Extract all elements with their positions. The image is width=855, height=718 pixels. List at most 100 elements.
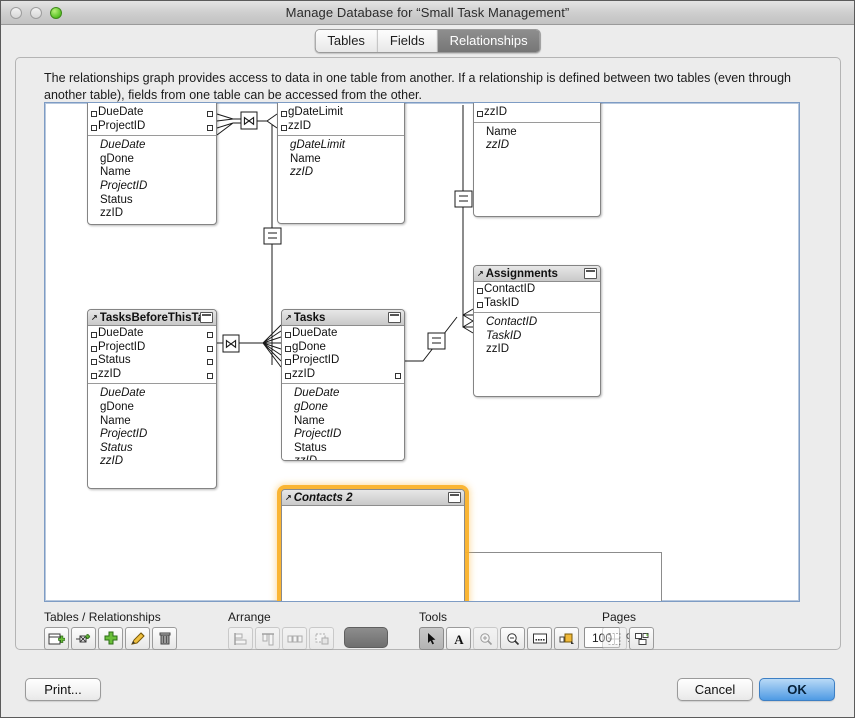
field-row: ProjectID bbox=[100, 179, 148, 192]
table-fields: DueDate gDone Name ProjectID Status zzID bbox=[88, 136, 216, 221]
close-button[interactable] bbox=[10, 7, 22, 19]
print-button[interactable]: Print... bbox=[25, 678, 101, 701]
fit-to-window-button[interactable] bbox=[527, 627, 552, 650]
fit-window-icon bbox=[532, 633, 547, 644]
relationships-graph[interactable]: ⋈ ⋈ DueDate ProjectID DueDate gDone Name… bbox=[44, 102, 800, 602]
field-row: Name bbox=[294, 414, 325, 427]
table-name: TasksBeforeThisTask bbox=[99, 311, 200, 324]
cancel-button[interactable]: Cancel bbox=[677, 678, 753, 701]
key-field[interactable]: ProjectID bbox=[88, 120, 216, 134]
table-keys: gDateLimit zzID bbox=[278, 103, 404, 137]
table-fields: gDateLimit Name zzID bbox=[278, 136, 404, 180]
distribute-button[interactable] bbox=[282, 627, 307, 650]
expand-arrow-icon[interactable]: ↗ bbox=[91, 313, 98, 322]
table-fields: ContactID TaskID zzID bbox=[474, 313, 600, 357]
align-left-icon bbox=[233, 632, 246, 645]
key-field[interactable]: zzID bbox=[474, 106, 600, 120]
table-box-tasksbeforethistask[interactable]: ↗ TasksBeforeThisTask DueDate ProjectID … bbox=[87, 309, 217, 489]
key-field[interactable]: zzID bbox=[88, 368, 216, 382]
color-swatch-button[interactable] bbox=[344, 627, 388, 648]
page-setup-button[interactable] bbox=[629, 627, 654, 650]
collapse-icon[interactable] bbox=[448, 492, 461, 503]
key-field[interactable]: gDone bbox=[282, 341, 404, 355]
tab-relationships[interactable]: Relationships bbox=[437, 30, 540, 52]
key-field[interactable]: Status bbox=[88, 354, 216, 368]
align-left-button[interactable] bbox=[228, 627, 253, 650]
field-row: Name bbox=[100, 414, 131, 427]
table-header[interactable]: ↗ Contacts 2 bbox=[282, 490, 464, 506]
table-box-top-right[interactable]: zzID Name zzID bbox=[473, 103, 601, 217]
collapse-icon[interactable] bbox=[200, 312, 213, 323]
ok-button[interactable]: OK bbox=[759, 678, 835, 701]
collapse-icon[interactable] bbox=[584, 268, 597, 279]
page-breaks-button[interactable] bbox=[602, 627, 627, 650]
toolbar-group-tables-relationships: Tables / Relationships bbox=[44, 610, 177, 650]
key-field[interactable]: ProjectID bbox=[88, 341, 216, 355]
zoom-out-icon bbox=[506, 632, 519, 645]
key-field[interactable]: DueDate bbox=[88, 327, 216, 341]
add-relationship-button[interactable] bbox=[71, 627, 96, 650]
expand-arrow-icon[interactable]: ↗ bbox=[285, 313, 292, 322]
text-a-icon: A bbox=[454, 632, 464, 646]
selection-size-icon bbox=[559, 633, 574, 644]
key-field[interactable]: zzID bbox=[282, 368, 404, 382]
table-box-top-left[interactable]: DueDate ProjectID DueDate gDone Name Pro… bbox=[87, 103, 217, 225]
field-row: zzID bbox=[486, 343, 509, 356]
selected-size-button[interactable] bbox=[554, 627, 579, 650]
field-row: TaskID bbox=[486, 329, 522, 342]
zoom-out-tool-button[interactable] bbox=[500, 627, 525, 650]
tab-tables[interactable]: Tables bbox=[315, 30, 378, 52]
field-row: DueDate bbox=[100, 387, 146, 400]
toolbar-group-color bbox=[344, 610, 388, 648]
table-box-top-mid[interactable]: gDateLimit zzID gDateLimit Name zzID bbox=[277, 103, 405, 224]
field-row: zzID bbox=[486, 139, 509, 152]
zoom-in-tool-button[interactable] bbox=[473, 627, 498, 650]
field-row: gDone bbox=[294, 400, 328, 413]
key-field[interactable]: zzID bbox=[278, 120, 404, 134]
selection-tool-button[interactable] bbox=[419, 627, 444, 650]
group-label: Arrange bbox=[228, 610, 271, 624]
field-row: Status bbox=[100, 193, 133, 206]
field-row: ProjectID bbox=[294, 428, 342, 441]
zoom-button[interactable] bbox=[50, 7, 62, 19]
toolbar-group-pages: Pages bbox=[602, 610, 654, 650]
add-table-button[interactable] bbox=[44, 627, 69, 650]
resize-button[interactable] bbox=[309, 627, 334, 650]
key-field[interactable]: ContactID bbox=[474, 283, 600, 297]
key-field[interactable]: gDateLimit bbox=[278, 106, 404, 120]
table-header[interactable]: ↗ Tasks bbox=[282, 310, 404, 326]
table-fields: DueDate gDone Name ProjectID Status zzID bbox=[88, 384, 216, 469]
table-box-tasks[interactable]: ↗ Tasks DueDate gDone ProjectID zzID Due… bbox=[281, 309, 405, 461]
tab-fields[interactable]: Fields bbox=[377, 30, 438, 52]
window-controls bbox=[10, 7, 62, 19]
graph-toolbar: Tables / Relationships Arrange Tools A 1… bbox=[44, 610, 844, 652]
edit-button[interactable] bbox=[125, 627, 150, 650]
table-keys: zzID bbox=[474, 103, 600, 123]
svg-text:A: A bbox=[454, 632, 464, 646]
table-keys: DueDate gDone ProjectID zzID bbox=[282, 326, 404, 385]
collapse-icon[interactable] bbox=[388, 312, 401, 323]
delete-button[interactable] bbox=[152, 627, 177, 650]
field-row: DueDate bbox=[294, 387, 340, 400]
table-header[interactable]: ↗ Assignments bbox=[474, 266, 600, 282]
field-row: Name bbox=[100, 166, 131, 179]
duplicate-button[interactable] bbox=[98, 627, 123, 650]
table-header[interactable]: ↗ TasksBeforeThisTask bbox=[88, 310, 216, 326]
expand-arrow-icon[interactable]: ↗ bbox=[285, 493, 292, 502]
table-keys: ContactID TaskID bbox=[474, 282, 600, 314]
key-field[interactable]: TaskID bbox=[474, 297, 600, 311]
minimize-button[interactable] bbox=[30, 7, 42, 19]
tab-strip: Tables Fields Relationships bbox=[1, 25, 854, 53]
field-row: Name bbox=[486, 125, 517, 138]
table-box-assignments[interactable]: ↗ Assignments ContactID TaskID ContactID… bbox=[473, 265, 601, 397]
field-row: Status bbox=[294, 441, 327, 454]
key-field[interactable]: ProjectID bbox=[282, 354, 404, 368]
expand-arrow-icon[interactable]: ↗ bbox=[477, 269, 484, 278]
field-row: zzID bbox=[100, 455, 123, 468]
key-field[interactable]: DueDate bbox=[282, 327, 404, 341]
align-top-button[interactable] bbox=[255, 627, 280, 650]
window-title: Manage Database for “Small Task Manageme… bbox=[285, 5, 570, 20]
table-box-contacts2[interactable]: ↗ Contacts 2 bbox=[281, 489, 465, 601]
text-tool-button[interactable]: A bbox=[446, 627, 471, 650]
key-field[interactable]: DueDate bbox=[88, 106, 216, 120]
